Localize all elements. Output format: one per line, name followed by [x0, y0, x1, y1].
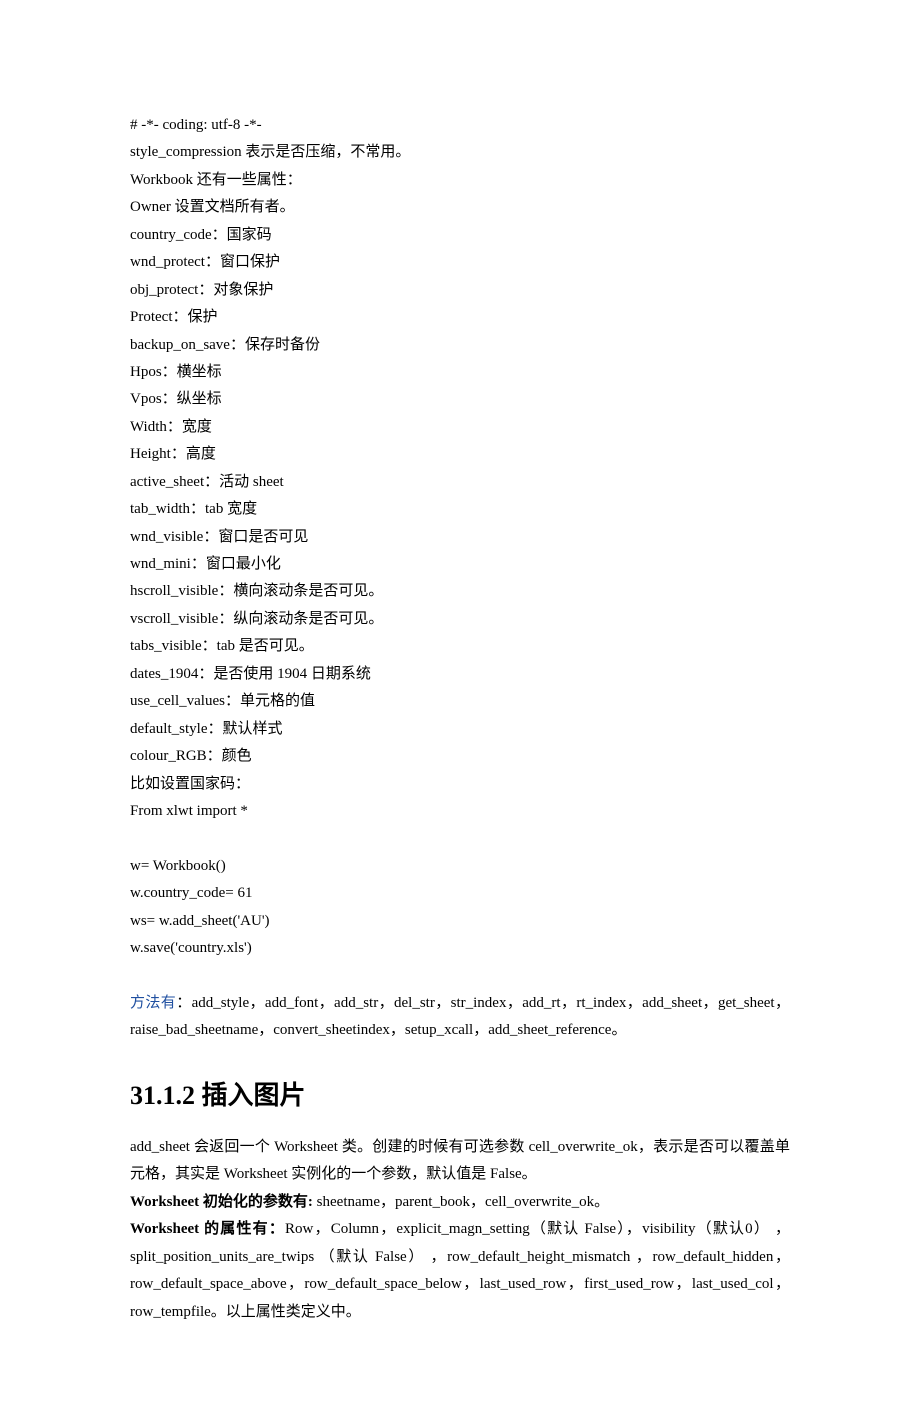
code-line: w.save('country.xls'): [130, 935, 790, 962]
code-line: ws= w.add_sheet('AU'): [130, 908, 790, 935]
paragraph-2-bold: Worksheet 初始化的参数有:: [130, 1194, 313, 1210]
text-line: active_sheet：活动 sheet: [130, 469, 790, 496]
text-line: Hpos：横坐标: [130, 359, 790, 386]
text-line: wnd_protect：窗口保护: [130, 249, 790, 276]
text-line: Owner 设置文档所有者。: [130, 194, 790, 221]
text-line: # -*- coding: utf-8 -*-: [130, 112, 790, 139]
blank-line: [130, 825, 790, 852]
paragraph-1: add_sheet 会返回一个 Worksheet 类。创建的时候有可选参数 c…: [130, 1134, 790, 1189]
text-line: hscroll_visible：横向滚动条是否可见。: [130, 578, 790, 605]
text-line: 比如设置国家码：: [130, 771, 790, 798]
text-line: country_code：国家码: [130, 222, 790, 249]
text-line: obj_protect：对象保护: [130, 277, 790, 304]
paragraph-3-bold: Worksheet 的属性有：: [130, 1221, 285, 1237]
paragraph-3: Worksheet 的属性有：Row，Column，explicit_magn_…: [130, 1216, 790, 1326]
blank-line: [130, 963, 790, 990]
paragraph-2-rest: sheetname，parent_book，cell_overwrite_ok。: [313, 1194, 609, 1210]
text-line: wnd_visible：窗口是否可见: [130, 524, 790, 551]
text-line: tabs_visible：tab 是否可见。: [130, 633, 790, 660]
text-line: backup_on_save：保存时备份: [130, 332, 790, 359]
section-heading: 31.1.2 插入图片: [130, 1075, 790, 1112]
methods-paragraph: 方法有：add_style，add_font，add_str，del_str，s…: [130, 990, 790, 1045]
text-line: use_cell_values：单元格的值: [130, 688, 790, 715]
methods-label: 方法有: [130, 995, 176, 1011]
text-line: dates_1904：是否使用 1904 日期系统: [130, 661, 790, 688]
code-line: w= Workbook(): [130, 853, 790, 880]
text-line: Height：高度: [130, 441, 790, 468]
document-page: # -*- coding: utf-8 -*- style_compressio…: [0, 0, 920, 1406]
methods-body: ：add_style，add_font，add_str，del_str，str_…: [130, 995, 790, 1038]
text-line: vscroll_visible：纵向滚动条是否可见。: [130, 606, 790, 633]
paragraph-2: Worksheet 初始化的参数有: sheetname，parent_book…: [130, 1189, 790, 1216]
code-line: w.country_code= 61: [130, 880, 790, 907]
text-line: Vpos：纵坐标: [130, 386, 790, 413]
text-line: wnd_mini：窗口最小化: [130, 551, 790, 578]
text-line: Protect：保护: [130, 304, 790, 331]
text-line: style_compression 表示是否压缩，不常用。: [130, 139, 790, 166]
text-line: default_style：默认样式: [130, 716, 790, 743]
text-line: colour_RGB：颜色: [130, 743, 790, 770]
text-line: From xlwt import *: [130, 798, 790, 825]
text-line: Workbook 还有一些属性：: [130, 167, 790, 194]
text-line: tab_width：tab 宽度: [130, 496, 790, 523]
text-line: Width：宽度: [130, 414, 790, 441]
